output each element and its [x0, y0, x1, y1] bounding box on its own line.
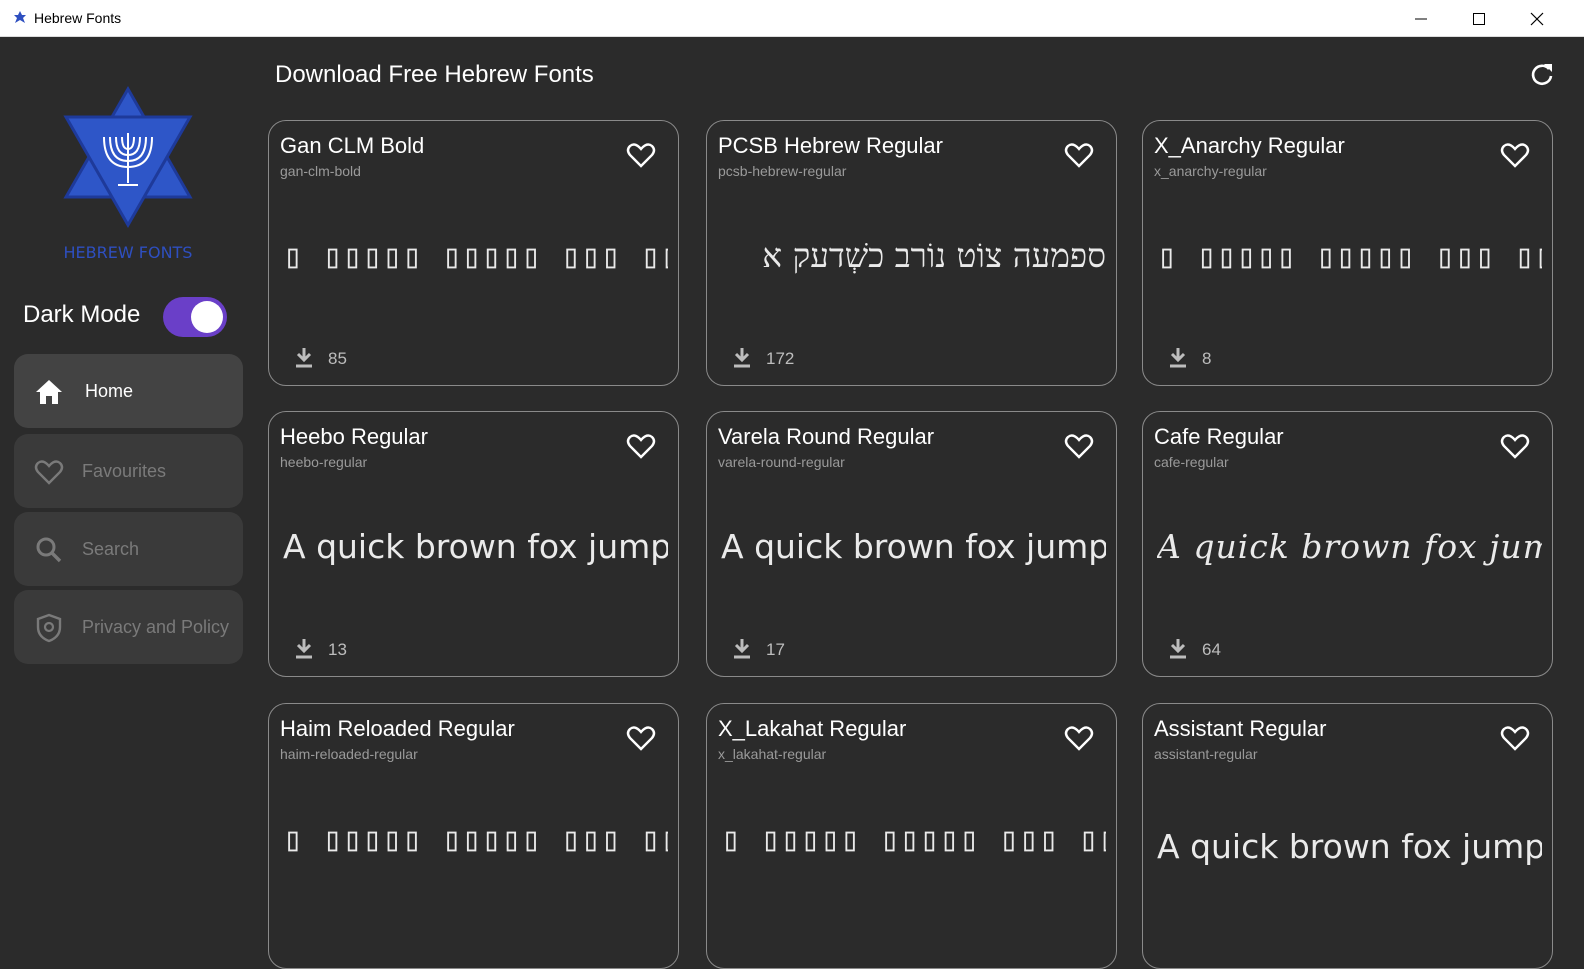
download-icon — [1170, 639, 1186, 659]
font-preview: ▯ ▯▯▯▯▯ ▯▯▯▯▯ ▯▯▯ ▯▯▯▯▯ ▯ — [721, 819, 1106, 858]
download-icon — [1170, 348, 1186, 368]
font-card[interactable]: Haim Reloaded Regular haim-reloaded-regu… — [268, 703, 679, 969]
sidebar-item-label: Privacy and Policy — [82, 617, 230, 637]
font-name: Haim Reloaded Regular — [280, 716, 515, 741]
home-icon — [36, 380, 62, 404]
refresh-icon[interactable] — [1528, 60, 1556, 88]
font-preview: ▯ ▯▯▯▯▯ ▯▯▯▯▯ ▯▯▯ ▯▯▯▯▯ ▯▯ — [1157, 236, 1542, 275]
favourite-heart-icon[interactable] — [1064, 141, 1094, 169]
favourite-heart-icon[interactable] — [1500, 432, 1530, 460]
font-preview: A quick brown fox jumps ov — [1157, 527, 1542, 566]
star-of-david-logo-icon: HEBREW FONTS — [63, 85, 193, 262]
favourite-heart-icon[interactable] — [1500, 724, 1530, 752]
font-preview: ספמעה צוֹט נוֹרב כשְׁדעק א — [762, 236, 1106, 275]
font-slug: gan-clm-bold — [280, 163, 361, 179]
heart-icon — [34, 460, 64, 485]
download-count: 13 — [328, 640, 347, 659]
sidebar-item-label: Home — [85, 381, 134, 401]
font-slug: x_lakahat-regular — [718, 746, 827, 762]
font-name: X_Lakahat Regular — [718, 716, 907, 741]
search-icon — [36, 537, 62, 563]
sidebar-item-privacy-policy[interactable]: Privacy and Policy — [14, 590, 243, 664]
favourite-heart-icon[interactable] — [1064, 724, 1094, 752]
font-preview: A quick brown fox jump — [721, 527, 1106, 566]
minimize-button[interactable] — [1392, 0, 1450, 37]
font-name: Varela Round Regular — [718, 424, 935, 449]
font-card[interactable]: PCSB Hebrew Regular pcsb-hebrew-regular … — [706, 120, 1117, 386]
download-count: 8 — [1202, 349, 1212, 368]
favourite-heart-icon[interactable] — [626, 432, 656, 460]
maximize-button[interactable] — [1450, 0, 1508, 37]
font-slug: x_anarchy-regular — [1154, 163, 1267, 179]
title-bar: Hebrew Fonts — [0, 0, 1584, 37]
dark-mode-toggle[interactable] — [163, 297, 227, 337]
font-slug: heebo-regular — [280, 454, 368, 470]
close-button[interactable] — [1508, 0, 1566, 37]
font-name: PCSB Hebrew Regular — [718, 133, 943, 158]
sidebar-item-search[interactable]: Search — [14, 512, 243, 586]
font-name: Gan CLM Bold — [280, 133, 425, 158]
download-icon — [296, 348, 312, 368]
font-card[interactable]: Varela Round Regular varela-round-regula… — [706, 411, 1117, 677]
download-count: 172 — [766, 349, 795, 368]
window-title: Hebrew Fonts — [34, 10, 122, 26]
font-name: Heebo Regular — [280, 424, 428, 449]
app-logo: HEBREW FONTS — [48, 85, 208, 265]
sidebar-item-label: Favourites — [82, 461, 167, 481]
minimize-icon — [1415, 18, 1427, 20]
font-slug: cafe-regular — [1154, 454, 1229, 470]
download-count: 64 — [1202, 640, 1221, 659]
font-card[interactable]: Assistant Regular assistant-regular A qu… — [1142, 703, 1553, 969]
dark-mode-label: Dark Mode — [23, 301, 141, 328]
close-icon — [1530, 12, 1544, 26]
font-name: X_Anarchy Regular — [1154, 133, 1345, 158]
toggle-knob — [191, 301, 223, 333]
font-card[interactable]: X_Anarchy Regular x_anarchy-regular ▯ ▯▯… — [1142, 120, 1553, 386]
download-icon — [734, 639, 750, 659]
font-slug: pcsb-hebrew-regular — [718, 163, 847, 179]
font-card[interactable]: X_Lakahat Regular x_lakahat-regular ▯ ▯▯… — [706, 703, 1117, 969]
font-card[interactable]: Heebo Regular heebo-regular A quick brow… — [268, 411, 679, 677]
favourite-heart-icon[interactable] — [1064, 432, 1094, 460]
font-preview: A quick brown fox jumps ov — [1157, 827, 1542, 866]
font-preview: A quick brown fox jumps o — [283, 527, 668, 566]
maximize-icon — [1473, 13, 1485, 25]
download-icon — [296, 639, 312, 659]
favourite-heart-icon[interactable] — [626, 141, 656, 169]
download-icon — [734, 348, 750, 368]
font-card[interactable]: Gan CLM Bold gan-clm-bold ▯ ▯▯▯▯▯ ▯▯▯▯▯ … — [268, 120, 679, 386]
favourite-heart-icon[interactable] — [626, 724, 656, 752]
app-icon — [14, 11, 26, 23]
font-name: Cafe Regular — [1154, 424, 1284, 449]
font-preview: ▯ ▯▯▯▯▯ ▯▯▯▯▯ ▯▯▯ ▯▯▯▯▯ ▯▯▯▯ ▯ — [283, 236, 668, 275]
font-slug: assistant-regular — [1154, 746, 1258, 762]
font-slug: varela-round-regular — [718, 454, 845, 470]
font-name: Assistant Regular — [1154, 716, 1327, 741]
font-card[interactable]: Cafe Regular cafe-regular A quick brown … — [1142, 411, 1553, 677]
logo-text: HEBREW FONTS — [64, 243, 193, 262]
download-count: 85 — [328, 349, 347, 368]
sidebar-item-label: Search — [82, 539, 140, 559]
favourite-heart-icon[interactable] — [1500, 141, 1530, 169]
font-preview: ▯ ▯▯▯▯▯ ▯▯▯▯▯ ▯▯▯ ▯▯▯▯▯ ▯ — [283, 819, 668, 858]
shield-icon — [36, 613, 62, 643]
page-title: Download Free Hebrew Fonts — [275, 61, 594, 88]
download-count: 17 — [766, 640, 785, 659]
sidebar-item-home[interactable]: Home — [14, 354, 243, 428]
font-slug: haim-reloaded-regular — [280, 746, 418, 762]
sidebar-item-favourites[interactable]: Favourites — [14, 434, 243, 508]
